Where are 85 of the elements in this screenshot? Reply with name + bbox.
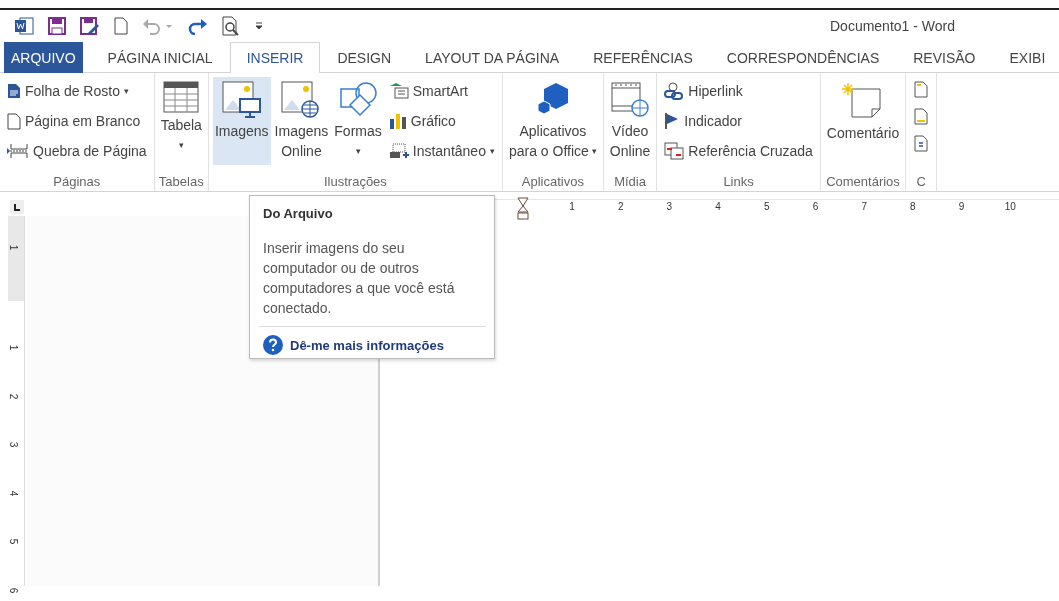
blank-page-icon xyxy=(7,112,21,130)
ruler-number: 2 xyxy=(8,393,20,399)
help-icon xyxy=(263,335,283,355)
ribbon-button[interactable]: Vídeo Online xyxy=(607,77,653,165)
ribbon-button[interactable]: Imagens Online xyxy=(272,77,331,165)
ribbon-tab[interactable]: ARQUIVO xyxy=(4,42,83,73)
camera-icon xyxy=(388,143,409,159)
group-label: Aplicativos xyxy=(520,174,585,191)
group-label: Comentários xyxy=(825,174,901,191)
ribbon-button[interactable]: Instantâneo ▾ xyxy=(385,137,498,165)
ruler-number: 6 xyxy=(8,587,20,594)
ruler-number: 1 xyxy=(569,201,575,212)
picture-monitor-icon xyxy=(221,81,262,119)
group-label: Links xyxy=(722,174,755,191)
page-icon xyxy=(914,135,929,152)
help-link[interactable]: Dê-me mais informações xyxy=(263,335,482,355)
smartart-icon xyxy=(388,83,409,99)
ribbon-button[interactable]: Hiperlink xyxy=(661,77,816,105)
ribbon-button[interactable]: SmartArt xyxy=(385,77,498,105)
table-icon xyxy=(163,81,200,113)
ruler-number: 10 xyxy=(1004,201,1016,212)
ruler-number: 8 xyxy=(910,201,916,212)
dropdown-caret: ▾ xyxy=(591,145,597,158)
group-label: Tabelas xyxy=(158,174,204,191)
ribbon-tab[interactable]: DESIGN xyxy=(320,42,409,73)
ruler-number: 4 xyxy=(715,201,721,212)
link-icon xyxy=(664,82,685,100)
ribbon-button[interactable]: Folha de Rosto ▾ xyxy=(4,77,150,105)
dropdown-caret: ▾ xyxy=(178,139,184,152)
tooltip-title: Do Arquivo xyxy=(263,206,334,221)
cross-reference-icon xyxy=(664,142,685,160)
word-logo-icon[interactable] xyxy=(14,17,34,35)
ribbon-tab[interactable]: LAYOUT DA PÁGINA xyxy=(408,42,577,73)
ruler-number: 6 xyxy=(812,201,819,212)
ruler-number: 1 xyxy=(8,244,20,251)
ribbon-button[interactable]: Quebra de Página xyxy=(4,137,150,165)
cover-page-icon xyxy=(7,83,21,99)
ribbon-button[interactable]: Aplicativos para o Office ▾ xyxy=(506,77,599,165)
ruler-number: 2 xyxy=(617,201,624,212)
ruler-number: 1 xyxy=(8,344,20,351)
video-globe-icon xyxy=(610,81,651,119)
ruler-number: 7 xyxy=(861,201,867,212)
page-icon xyxy=(914,108,929,125)
dropdown-caret: ▾ xyxy=(489,146,495,156)
ribbon-button[interactable]: Tabela ▾ xyxy=(158,77,204,165)
ribbon-button[interactable]: Formas ▾ xyxy=(332,77,384,165)
ruler-number: 5 xyxy=(8,539,20,545)
ribbon-tab[interactable]: EXIBI xyxy=(992,42,1059,73)
ruler-number: 9 xyxy=(958,201,965,212)
group-label: Ilustrações xyxy=(323,174,388,191)
ribbon-button[interactable]: Gráfico xyxy=(385,107,498,135)
page-break-icon xyxy=(7,143,29,159)
group-label: C xyxy=(915,174,927,191)
save-icon[interactable] xyxy=(48,17,66,35)
ribbon-button[interactable]: Indicador xyxy=(661,107,816,135)
customize-menu-icon[interactable] xyxy=(254,21,264,31)
picture-globe-icon xyxy=(281,81,322,119)
ruler-number: 3 xyxy=(8,441,20,448)
group-label: Mídia xyxy=(613,174,647,191)
print-preview-icon[interactable] xyxy=(222,16,240,36)
window-title: Documento1 - Word xyxy=(830,18,955,34)
ribbon-tab[interactable]: REFERÊNCIAS xyxy=(576,42,710,73)
ruler-number: 5 xyxy=(764,201,770,212)
page-icon xyxy=(914,81,929,98)
ribbon-tab[interactable]: REVISÃO xyxy=(896,42,993,73)
save-edit-icon[interactable] xyxy=(80,17,100,35)
dropdown-caret: ▾ xyxy=(355,145,361,158)
tooltip-text: Inserir imagens do seu computador ou de outros computadores a que você está conectado. xyxy=(263,239,456,318)
bar-chart-icon xyxy=(388,113,407,129)
indent-marker-icon[interactable] xyxy=(517,197,529,221)
ribbon-button[interactable]: Imagens xyxy=(212,77,271,165)
redo-icon[interactable] xyxy=(188,17,208,35)
ruler-number: 3 xyxy=(666,201,673,212)
ribbon-button[interactable]: Página em Branco xyxy=(4,107,150,135)
group-label: Páginas xyxy=(52,174,102,191)
new-document-icon[interactable] xyxy=(114,17,128,35)
shapes-icon xyxy=(338,81,379,119)
tab-selector-icon[interactable] xyxy=(10,200,24,214)
ribbon-button[interactable]: Comentário xyxy=(824,77,902,165)
dropdown-caret: ▾ xyxy=(123,86,129,96)
ruler-number: 4 xyxy=(8,490,20,497)
ribbon-button[interactable]: Referência Cruzada xyxy=(661,137,816,165)
ribbon-tab[interactable]: INSERIR xyxy=(229,42,321,73)
ribbon-tab[interactable]: PÁGINA INICIAL xyxy=(90,42,230,73)
ribbon-tab[interactable]: CORRESPONDÊNCIAS xyxy=(709,42,897,73)
